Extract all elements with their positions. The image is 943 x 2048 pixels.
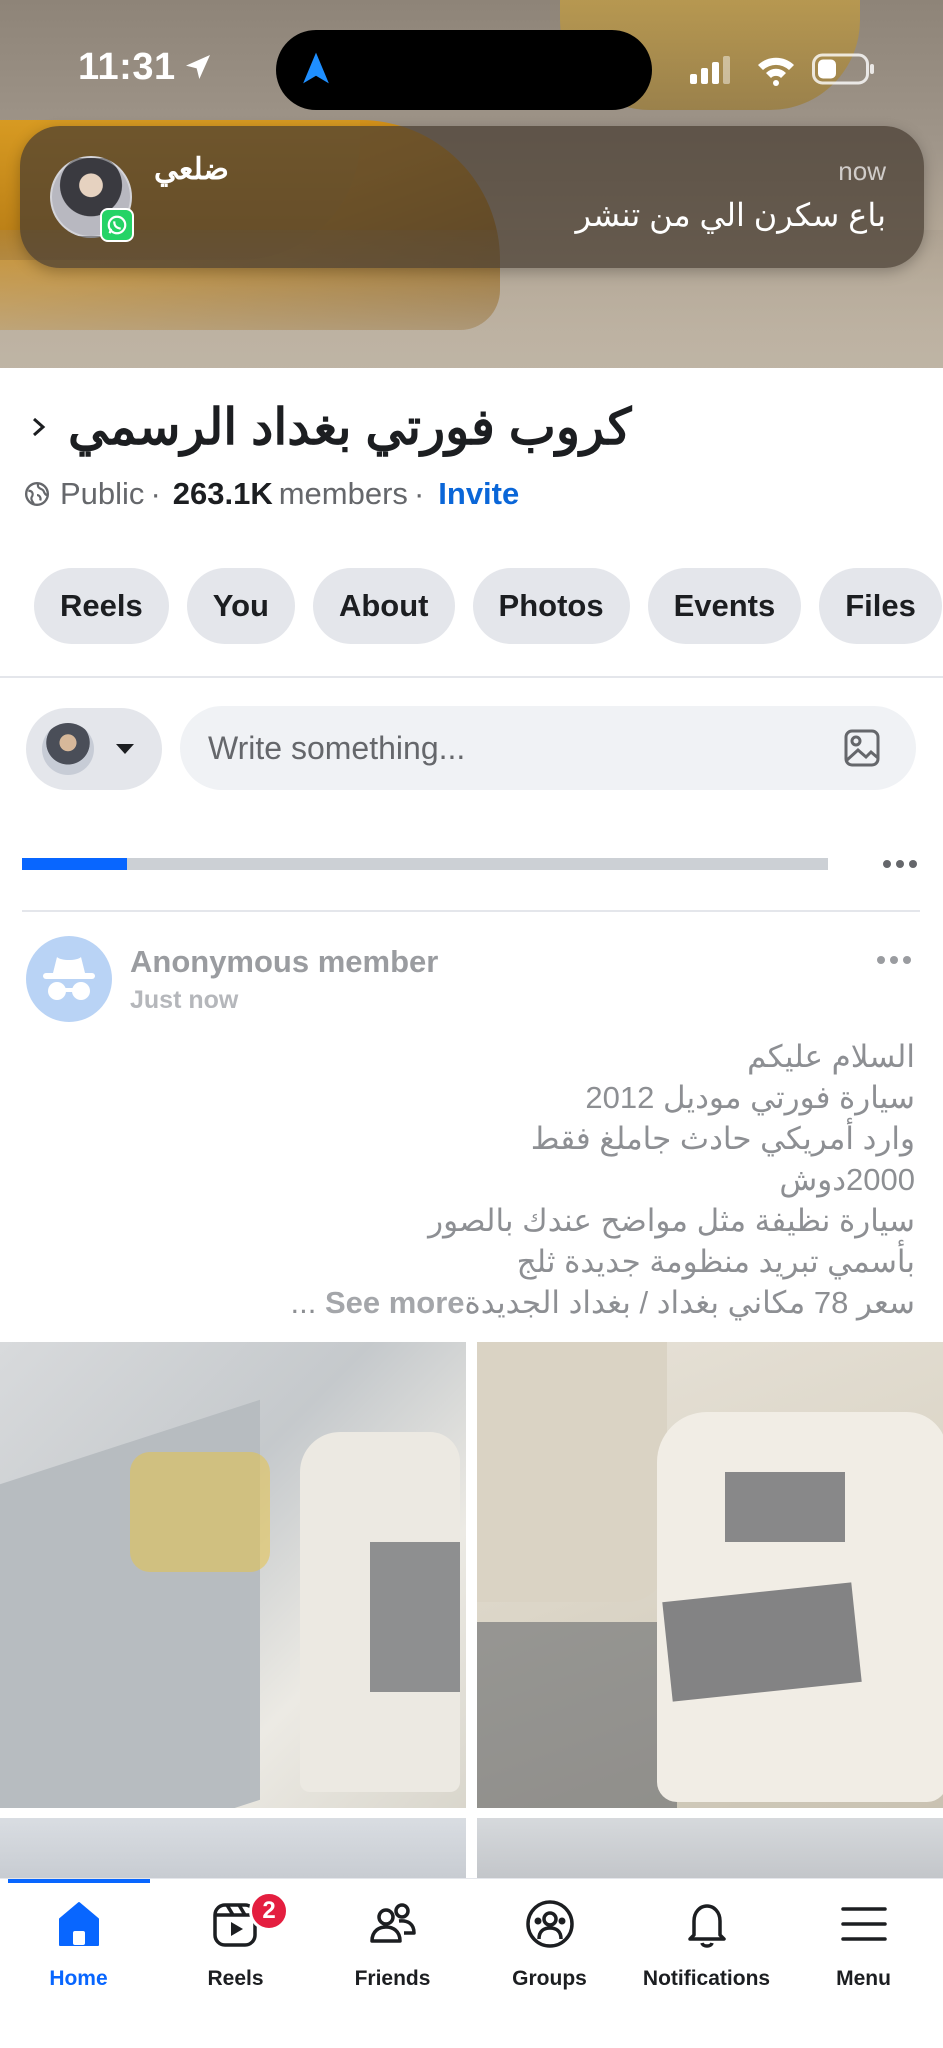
group-meta: Public · 263.1K members · Invite <box>24 474 519 514</box>
ellipsis: ... <box>290 1285 317 1320</box>
reels-badge: 2 <box>249 1891 289 1931</box>
write-something-input[interactable]: Write something... <box>180 706 916 790</box>
post-photo[interactable] <box>0 1342 466 1808</box>
more-options-icon[interactable] <box>882 858 918 870</box>
bell-icon <box>687 1904 726 1948</box>
home-icon <box>58 1902 99 1946</box>
active-tab-indicator <box>8 1879 150 1883</box>
chevron-right-icon <box>33 417 46 437</box>
wifi-icon <box>758 57 794 86</box>
notification-message: باع سكرن الي من تنشر <box>575 197 886 233</box>
upload-progress-fill <box>22 858 127 870</box>
photo-icon[interactable] <box>842 728 882 768</box>
post-timestamp: Just now <box>130 986 239 1014</box>
section-divider <box>0 676 943 678</box>
nav-label: Notifications <box>642 1967 771 1990</box>
globe-icon <box>24 481 50 507</box>
nav-label: Friends <box>354 1967 431 1990</box>
nav-label: Groups <box>512 1967 587 1990</box>
post-line: بأسمي تبريد منظومة جديدة ثلج <box>516 1244 915 1279</box>
meta-separator: · <box>150 476 161 511</box>
member-count: 263.1K <box>172 476 273 511</box>
post-photo[interactable] <box>477 1342 943 1808</box>
nav-groups[interactable]: Groups <box>471 1897 628 2007</box>
dynamic-island <box>276 30 652 110</box>
invite-link[interactable]: Invite <box>438 476 519 512</box>
meta-separator: · <box>413 476 425 511</box>
post-line: سيارة فورتي موديل 2012 <box>585 1080 915 1115</box>
status-time: 11:31 <box>78 46 176 88</box>
nav-label: Menu <box>836 1967 891 1990</box>
composer-placeholder: Write something... <box>208 729 466 766</box>
group-name: كروب فورتي بغداد الرسمي <box>68 399 632 455</box>
post-body: السلام عليكم سيارة فورتي موديل 2012 وارد… <box>35 1036 915 1323</box>
post-line: السلام عليكم <box>747 1039 915 1074</box>
menu-icon <box>840 1907 887 1941</box>
nav-label: Home <box>49 1967 108 1990</box>
nav-reels[interactable]: 2 Reels <box>157 1891 314 2007</box>
tab-you[interactable]: You <box>186 568 295 644</box>
whatsapp-notification-banner[interactable]: ضلعي now باع سكرن الي من تنشر <box>20 126 924 268</box>
groups-icon <box>525 1900 574 1948</box>
tab-files[interactable]: Files <box>819 568 942 644</box>
post-more-options-icon[interactable] <box>876 954 912 966</box>
tab-reels[interactable]: Reels <box>34 568 169 644</box>
nav-menu[interactable]: Menu <box>785 1897 942 2007</box>
nav-label: Reels <box>207 1967 264 1990</box>
post-author[interactable]: Anonymous member <box>130 944 438 980</box>
nav-home[interactable]: Home <box>0 1897 157 2007</box>
tab-events[interactable]: Events <box>647 568 802 644</box>
post-photo[interactable] <box>0 1818 466 1878</box>
battery-icon <box>812 53 874 85</box>
nav-notifications[interactable]: Notifications <box>628 1897 785 2007</box>
section-divider <box>22 910 920 912</box>
post-line: وارد أمريكي حادث جاملغ فقط <box>530 1121 915 1156</box>
tab-photos[interactable]: Photos <box>472 568 630 644</box>
whatsapp-icon <box>100 208 134 242</box>
cellular-signal-icon <box>690 56 730 84</box>
nav-friends[interactable]: Friends <box>314 1897 471 2007</box>
upload-progress-bar <box>22 858 828 870</box>
group-tabs: Reels You About Photos Events Files <box>34 568 942 644</box>
tab-about[interactable]: About <box>312 568 455 644</box>
notification-time: now <box>838 156 886 186</box>
post-photo[interactable] <box>477 1818 943 1878</box>
anonymous-avatar-icon[interactable] <box>26 936 112 1022</box>
bottom-navigation: Home 2 Reels Friends Groups Notification… <box>0 1878 943 2048</box>
members-label: members <box>278 476 408 511</box>
navigation-arrow-icon <box>303 52 329 84</box>
see-more-link[interactable]: See more <box>325 1285 465 1320</box>
group-privacy: Public <box>60 476 145 511</box>
caret-down-icon <box>116 744 134 754</box>
notification-sender: ضلعي <box>154 153 229 186</box>
avatar <box>42 723 94 775</box>
post-as-selector[interactable] <box>26 708 162 790</box>
group-title-row[interactable]: كروب فورتي بغداد الرسمي <box>28 392 908 462</box>
post-line: سيارة نظيفة مثل مواضح عندك بالصور <box>428 1203 915 1238</box>
post-line: 2000دوش <box>779 1162 915 1197</box>
friends-icon <box>369 1903 416 1943</box>
location-arrow-icon <box>186 55 210 79</box>
post-line: سعر 78 مكاني بغداد / بغداد الجديدة <box>464 1285 915 1320</box>
post-line-last: سعر 78 مكاني بغداد / بغداد الجديدةSee mo… <box>35 1282 915 1323</box>
